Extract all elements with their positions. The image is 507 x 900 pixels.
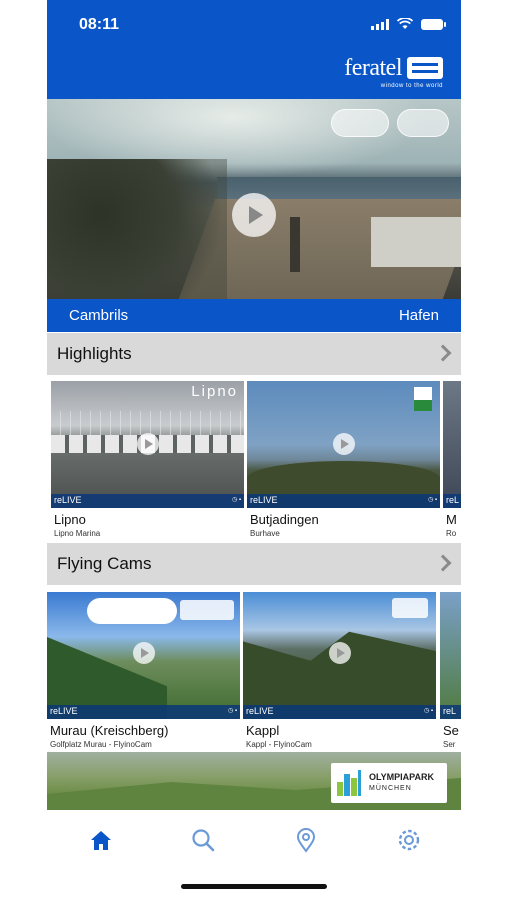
relive-badge: reLIVE [250,495,278,505]
card-subtitle: Golfplatz Murau - FlyinoCam [50,740,152,749]
card-title: Lipno [54,512,86,527]
clock-icon: ◷ ▪ [231,497,241,503]
status-icons [371,18,446,30]
webcam-card[interactable]: Lipno reLIVE ◷ ▪ Lipno Lipno Marina [51,381,244,538]
cellular-signal-icon [371,18,389,30]
olympiapark-banner[interactable]: OLYMPIAPARK MÜNCHEN [47,752,461,810]
relive-badge: reLIVE [54,495,82,505]
webcam-card[interactable]: reLIVE ◷ ▪ Kappl Kappl - FlyinoCam [243,592,436,749]
webcam-card[interactable]: reLIVE ◷ ▪ Murau (Kreischberg) Golfplatz … [47,592,240,749]
thumbnail-overlay-text: Lipno [191,383,238,400]
webcam-card[interactable]: reL M Ro [443,381,461,538]
battery-icon [421,18,446,30]
region-flag-icon [414,387,432,411]
clock-icon: ◷ ▪ [227,708,237,714]
search-icon[interactable] [189,826,217,854]
card-subtitle: Lipno Marina [54,529,101,538]
olympiapark-logo: OLYMPIAPARK MÜNCHEN [331,763,447,803]
play-icon[interactable] [133,642,155,664]
card-title: Kappl [246,723,280,738]
section-flying-cams[interactable]: Flying Cams [47,543,461,585]
clock-icon: ◷ ▪ [427,497,437,503]
highlights-carousel[interactable]: Lipno reLIVE ◷ ▪ Lipno Lipno Marina reLIV… [47,381,461,539]
play-icon[interactable] [137,433,159,455]
flying-cams-carousel[interactable]: reLIVE ◷ ▪ Murau (Kreischberg) Golfplatz … [47,592,461,750]
feratel-logo: feratel window to the world [344,56,443,89]
webcam-thumbnail: reLIVE ◷ ▪ [243,592,436,719]
relive-badge: reLIVE [246,706,274,716]
gear-icon[interactable] [395,826,423,854]
kappl-logo [392,598,428,618]
webcam-thumbnail: reL [440,592,461,719]
relive-badge: reL [446,495,460,505]
partner-logos [331,109,449,137]
map-pin-icon[interactable] [292,826,320,854]
webcam-card[interactable]: reL Se Ser [440,592,461,749]
brand-name: feratel [344,55,402,81]
wifi-icon [397,18,413,29]
app-screen: 08:11 feratel window to the world Cambri… [47,0,461,900]
chevron-right-icon [437,345,451,361]
webcam-thumbnail: reLIVE ◷ ▪ [47,592,240,719]
cambrils-logo [331,109,389,137]
webcam-card[interactable]: reLIVE ◷ ▪ Butjadingen Burhave [247,381,440,538]
chevron-right-icon [437,555,451,571]
olympiapark-mark-icon [337,770,363,796]
webcam-thumbnail: Lipno reLIVE ◷ ▪ [51,381,244,508]
status-time: 08:11 [79,16,120,33]
hero-location: Cambrils [69,307,129,324]
section-highlights[interactable]: Highlights [47,333,461,375]
home-indicator[interactable] [181,884,327,889]
hero-webcam[interactable] [47,99,461,299]
card-subtitle: Burhave [250,529,280,538]
banner-city: MÜNCHEN [369,785,412,792]
webcam-thumbnail: reLIVE ◷ ▪ [247,381,440,508]
webcam-thumbnail: reL [443,381,461,508]
play-icon[interactable] [329,642,351,664]
card-subtitle: Ro [446,529,457,538]
section-title: Highlights [57,344,132,363]
relive-badge: reL [443,706,457,716]
card-title: Se [443,723,459,738]
play-icon[interactable] [333,433,355,455]
partner-logo [397,109,449,137]
card-title: Murau (Kreischberg) [50,723,169,738]
card-subtitle: Kappl - FlyinoCam [246,740,312,749]
hero-camera-name: Hafen [398,307,439,324]
app-header: 08:11 feratel window to the world [47,0,461,99]
card-title: Butjadingen [250,512,319,527]
relive-badge: reLIVE [50,706,78,716]
brand-tagline: window to the world [380,83,443,89]
brand-mark-icon [407,57,443,79]
hero-caption[interactable]: Cambrils Hafen [47,299,461,332]
card-title: M [446,512,457,527]
card-subtitle: Ser [443,740,456,749]
banner-name: OLYMPIAPARK [369,772,435,782]
murau-kreischberg-logo [180,600,234,620]
play-icon[interactable] [232,193,276,237]
home-icon[interactable] [87,826,115,854]
section-title: Flying Cams [57,554,152,573]
clock-icon: ◷ ▪ [423,708,433,714]
tab-bar [47,818,461,862]
